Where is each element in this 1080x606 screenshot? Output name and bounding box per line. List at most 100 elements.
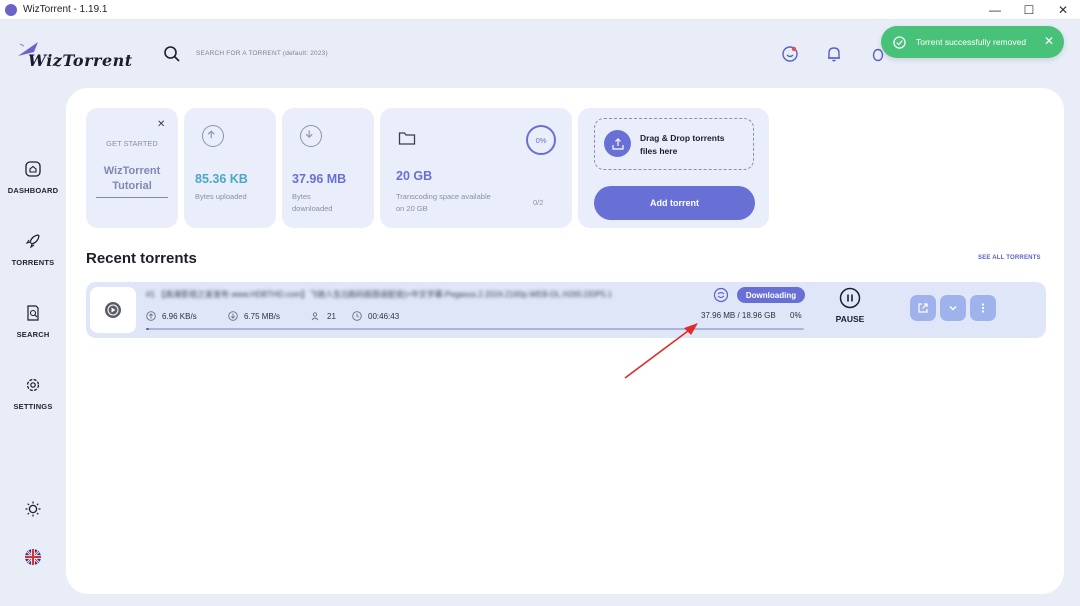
downloaded-label-line2: downloaded bbox=[292, 204, 333, 213]
maximize-button[interactable]: ☐ bbox=[1012, 0, 1046, 20]
clock-icon bbox=[352, 311, 362, 321]
window-controls: — ☐ ✕ bbox=[978, 0, 1080, 20]
share-icon bbox=[918, 303, 928, 313]
tutorial-close-button[interactable]: ✕ bbox=[157, 119, 165, 130]
more-options-button[interactable] bbox=[970, 295, 996, 321]
transcoding-label-line1: Transcoding space available bbox=[396, 192, 491, 201]
gear-icon bbox=[26, 378, 40, 392]
transcoding-percent: 0% bbox=[535, 135, 547, 145]
torrent-row[interactable]: #1 【高清影视之家发布 www.HDBTHD.com】飞驰人生2[高码版国语配… bbox=[86, 282, 1046, 338]
downloaded-label-line1: Bytes bbox=[292, 192, 311, 201]
window-title: WizTorrent - 1.19.1 bbox=[23, 4, 108, 15]
dashboard-icon bbox=[25, 161, 41, 177]
transcoding-percent-ring: 0% bbox=[526, 125, 556, 155]
percent-complete: 0% bbox=[790, 311, 802, 320]
sync-icon[interactable] bbox=[713, 287, 729, 303]
drop-zone-line2: files here bbox=[640, 146, 678, 156]
pause-icon bbox=[839, 287, 861, 309]
theme-toggle[interactable] bbox=[0, 500, 66, 526]
search-input[interactable] bbox=[196, 46, 496, 60]
more-vertical-icon bbox=[981, 303, 985, 313]
upload-speed: 6.96 KB/s bbox=[146, 311, 197, 321]
download-arrow-icon bbox=[300, 125, 322, 147]
chevron-down-icon bbox=[949, 306, 957, 311]
search-doc-icon bbox=[27, 305, 39, 321]
logo-text: WizTorrent bbox=[28, 51, 133, 70]
pause-label: PAUSE bbox=[835, 314, 865, 324]
torrent-name: #1 【高清影视之家发布 www.HDBTHD.com】飞驰人生2[高码版国语配… bbox=[146, 290, 613, 299]
share-button[interactable] bbox=[910, 295, 936, 321]
torrent-thumbnail bbox=[90, 287, 136, 333]
get-started-label: GET STARTED bbox=[106, 139, 158, 148]
download-speed-icon bbox=[228, 311, 238, 321]
toast-notification: Torrent successfully removed ✕ bbox=[881, 26, 1064, 58]
refresh-smile-icon[interactable] bbox=[781, 45, 799, 63]
recent-torrents-title: Recent torrents bbox=[86, 250, 197, 267]
sidebar-item-label: SETTINGS bbox=[13, 402, 53, 411]
minimize-button[interactable]: — bbox=[978, 0, 1012, 20]
transcoding-label: Transcoding space available on 20 GB bbox=[396, 191, 491, 215]
upload-arrow-icon bbox=[202, 125, 224, 147]
tutorial-card: ✕ GET STARTED WizTorrent Tutorial bbox=[86, 108, 178, 228]
annotation-arrow bbox=[624, 323, 698, 379]
peers-value: 21 bbox=[327, 311, 336, 321]
downloaded-label: Bytes downloaded bbox=[292, 191, 332, 215]
download-speed: 6.75 MB/s bbox=[228, 311, 280, 321]
progress-fill bbox=[146, 328, 149, 330]
add-torrent-card: Drag & Drop torrents files here Add torr… bbox=[578, 108, 769, 228]
check-circle-icon bbox=[893, 35, 906, 49]
uploaded-card: 85.36 KB Bytes uploaded bbox=[184, 108, 276, 228]
size-progress: 37.96 MB / 18.96 GB bbox=[701, 311, 776, 320]
transcoding-card: 0% 20 GB Transcoding space available on … bbox=[380, 108, 572, 228]
play-icon bbox=[105, 302, 121, 318]
sidebar-item-search[interactable]: SEARCH bbox=[0, 304, 66, 339]
language-selector[interactable] bbox=[0, 548, 66, 574]
rocket-icon bbox=[25, 234, 40, 249]
downloaded-value: 37.96 MB bbox=[292, 172, 347, 186]
app-icon bbox=[5, 3, 17, 16]
upload-tray-icon bbox=[604, 130, 631, 157]
sidebar-item-torrents[interactable]: TORRENTS bbox=[0, 232, 66, 267]
main-panel: ✕ GET STARTED WizTorrent Tutorial 85.36 … bbox=[66, 88, 1064, 594]
sidebar-item-label: DASHBOARD bbox=[7, 186, 59, 195]
downloaded-card: 37.96 MB Bytes downloaded bbox=[282, 108, 374, 228]
peers: 21 bbox=[311, 311, 336, 321]
add-torrent-button[interactable]: Add torrent bbox=[594, 186, 755, 220]
sidebar-item-label: SEARCH bbox=[16, 330, 50, 339]
upload-speed-icon bbox=[146, 311, 156, 321]
drop-zone[interactable]: Drag & Drop torrents files here bbox=[594, 118, 754, 170]
see-all-torrents-link[interactable]: SEE ALL TORRENTS bbox=[978, 255, 1041, 261]
tutorial-link[interactable]: WizTorrent Tutorial bbox=[96, 164, 168, 198]
sidebar-item-dashboard[interactable]: DASHBOARD bbox=[0, 160, 66, 195]
eta: 00:46:43 bbox=[352, 311, 399, 321]
status-badge: Downloading bbox=[737, 287, 805, 303]
tutorial-title-line2: Tutorial bbox=[112, 180, 152, 192]
drop-zone-text: Drag & Drop torrents files here bbox=[640, 132, 725, 158]
pause-button[interactable]: PAUSE bbox=[826, 287, 874, 324]
sidebar-item-settings[interactable]: SETTINGS bbox=[0, 376, 66, 411]
sidebar-item-label: TORRENTS bbox=[11, 258, 55, 267]
toast-close-button[interactable]: ✕ bbox=[1044, 35, 1054, 47]
bell-icon[interactable] bbox=[825, 45, 843, 63]
transcoding-count: 0/2 bbox=[533, 198, 544, 207]
transcoding-value: 20 GB bbox=[396, 169, 433, 183]
drop-zone-line1: Drag & Drop torrents bbox=[640, 133, 725, 143]
eta-value: 00:46:43 bbox=[368, 311, 400, 321]
close-window-button[interactable]: ✕ bbox=[1046, 0, 1080, 20]
sun-icon bbox=[25, 501, 41, 517]
progress-bar bbox=[146, 328, 804, 330]
wiztorrent-logo[interactable]: WizTorrent bbox=[16, 38, 132, 72]
upload-speed-value: 6.96 KB/s bbox=[162, 311, 197, 321]
transcoding-label-line2: on 20 GB bbox=[396, 204, 428, 213]
tutorial-title-line1: WizTorrent bbox=[103, 165, 161, 177]
uploaded-value: 85.36 KB bbox=[195, 172, 248, 186]
search-icon[interactable] bbox=[163, 45, 181, 63]
uploaded-label: Bytes uploaded bbox=[195, 192, 247, 201]
toast-message: Torrent successfully removed bbox=[916, 37, 1027, 47]
window-titlebar: WizTorrent - 1.19.1 — ☐ ✕ bbox=[0, 0, 1080, 20]
folder-icon bbox=[398, 132, 416, 145]
download-speed-value: 6.75 MB/s bbox=[244, 311, 281, 321]
peers-icon bbox=[311, 312, 319, 321]
uk-flag-icon bbox=[25, 549, 41, 565]
expand-button[interactable] bbox=[940, 295, 966, 321]
